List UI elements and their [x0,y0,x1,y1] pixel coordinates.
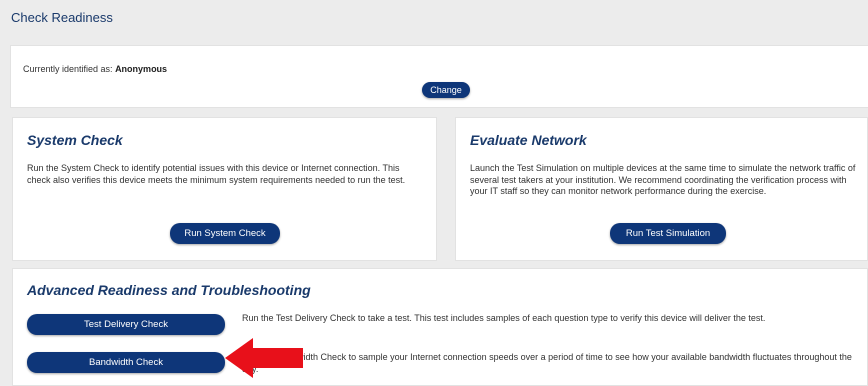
test-delivery-check-button[interactable]: Test Delivery Check [27,314,225,335]
identity-panel: Currently identified as: Anonymous Chang… [10,45,868,108]
red-arrow-icon [225,338,303,378]
bandwidth-check-button[interactable]: Bandwidth Check [27,352,225,373]
evaluate-network-card: Evaluate Network Launch the Test Simulat… [455,117,868,261]
advanced-troubleshooting-panel: Advanced Readiness and Troubleshooting T… [12,268,868,386]
check-readiness-page: Check Readiness Currently identified as:… [0,0,868,386]
run-system-check-button[interactable]: Run System Check [170,223,280,244]
evaluate-network-description: Launch the Test Simulation on multiple d… [470,163,856,196]
identity-prefix: Currently identified as: [23,64,113,74]
page-title: Check Readiness [11,10,113,25]
test-delivery-description: Run the Test Delivery Check to take a te… [242,313,766,323]
identity-line: Currently identified as: Anonymous [23,64,167,74]
bandwidth-description: Run the Bandwidth Check to sample your I… [242,352,852,374]
system-check-card: System Check Run the System Check to ide… [12,117,437,261]
system-check-description: Run the System Check to identify potenti… [27,163,406,185]
system-check-title: System Check [27,132,123,148]
identity-user: Anonymous [115,64,168,74]
evaluate-network-title: Evaluate Network [470,132,587,148]
change-button[interactable]: Change [422,82,470,98]
advanced-title: Advanced Readiness and Troubleshooting [27,282,311,298]
run-test-simulation-button[interactable]: Run Test Simulation [610,223,726,244]
